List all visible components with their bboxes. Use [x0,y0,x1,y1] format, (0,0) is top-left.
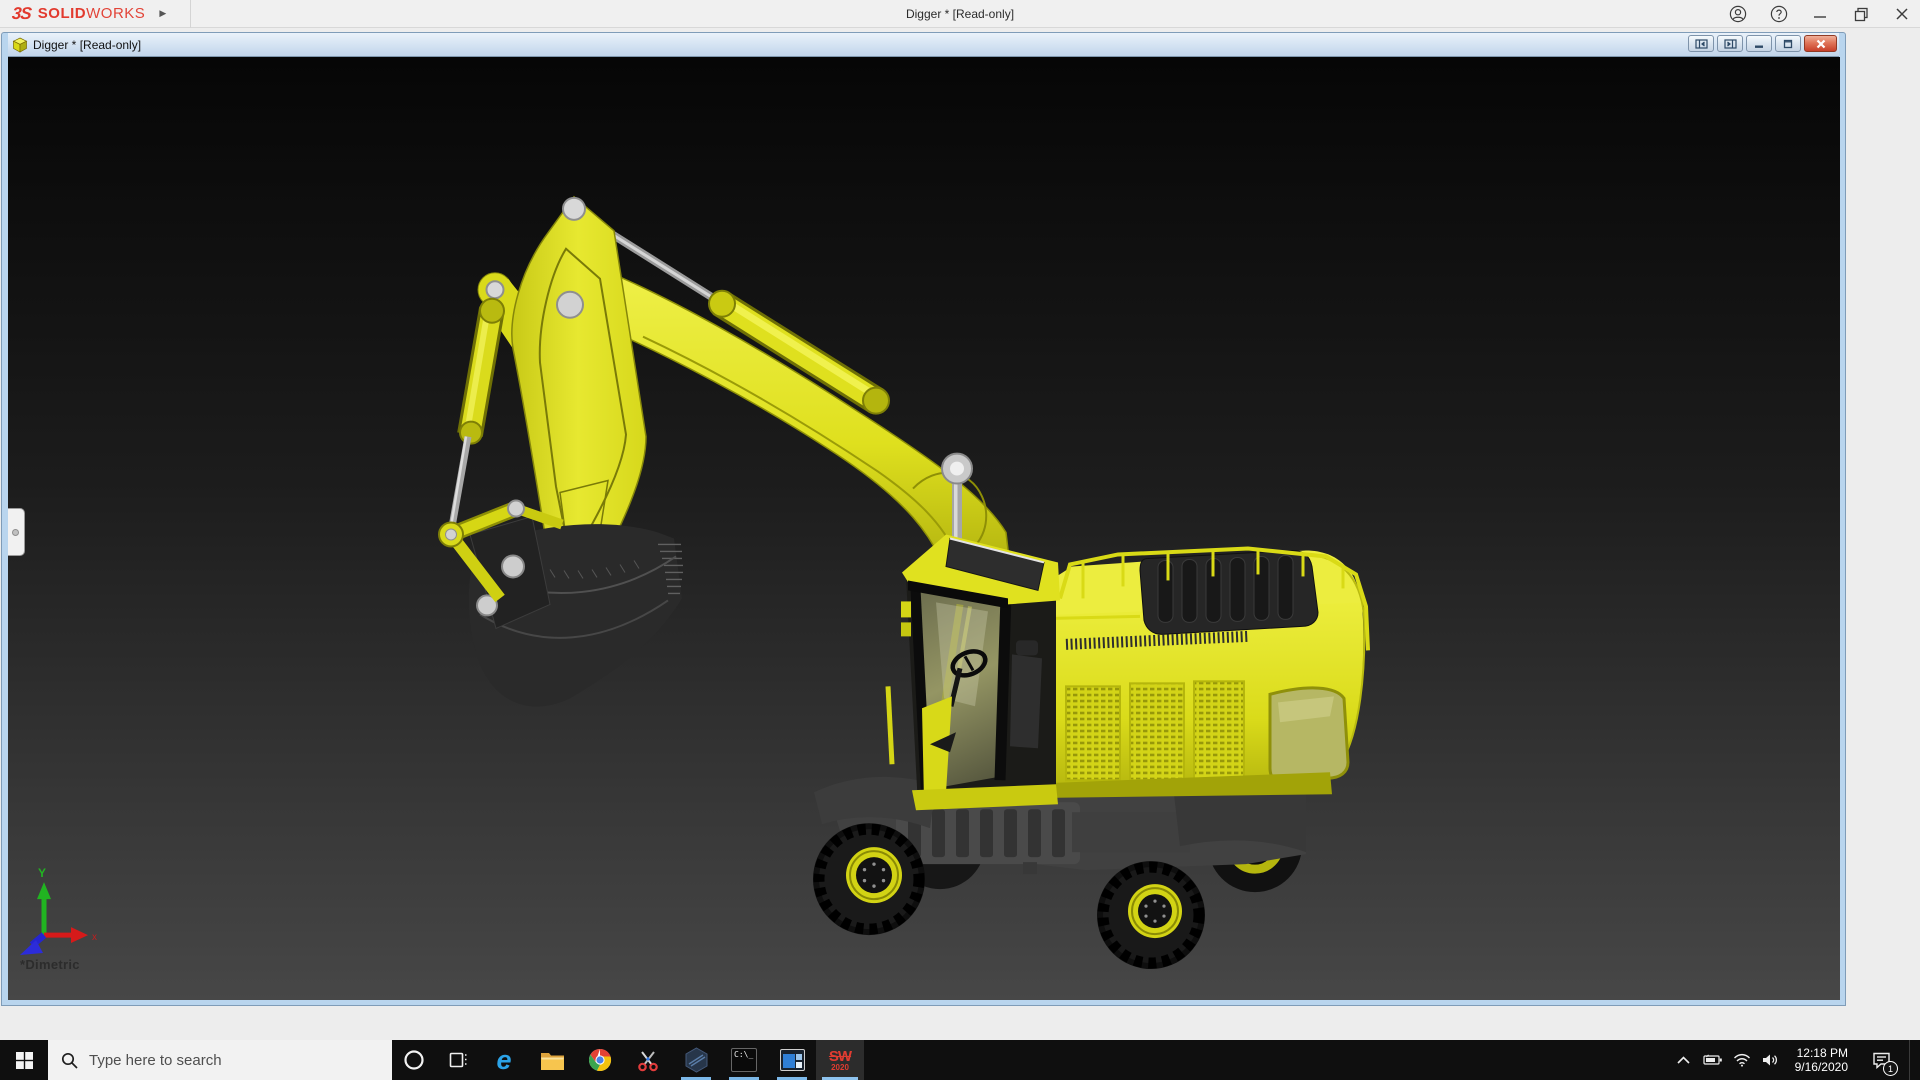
part-cube-icon [12,37,28,53]
minimize-button[interactable] [1808,2,1832,26]
clock-date: 9/16/2020 [1794,1060,1848,1074]
dassault-3s-mark: 3S [11,3,32,23]
taskbar-composer-app[interactable] [672,1040,720,1080]
taskbar-snipping-tool[interactable] [624,1040,672,1080]
close-button[interactable] [1890,2,1914,26]
windows-taskbar: e C:\_ [0,1040,1920,1080]
file-explorer-icon [540,1052,564,1070]
tray-chevron-icon[interactable] [1674,1040,1694,1080]
bucket-pin[interactable] [501,554,525,579]
cylinder-mount-pin[interactable] [485,280,505,300]
pane-left-button[interactable] [1688,35,1714,52]
search-input[interactable] [89,1051,359,1069]
search-icon [61,1052,78,1069]
blue-window-app-icon [779,1049,805,1071]
digger-3d-model[interactable]: Y x [8,57,1840,1000]
restore-button[interactable] [1849,2,1873,26]
battery-icon[interactable] [1703,1040,1723,1080]
front-wheel[interactable] [813,823,925,936]
app-titlebar[interactable]: 3S SOLIDWORKS ▶ Digger * [Read-only] [0,0,1920,28]
cortana-icon [404,1050,424,1070]
elbow-pin[interactable] [556,290,584,319]
taskbar-chrome[interactable] [576,1040,624,1080]
taskbar-solidworks[interactable]: SW 2020 [816,1040,864,1080]
stick-top-pin[interactable] [562,196,586,221]
account-icon[interactable] [1726,2,1750,26]
scissors-icon [638,1051,658,1072]
document-titlebar[interactable]: Digger * [Read-only] [8,33,1839,57]
app-title: Digger * [Read-only] [905,7,1015,21]
graphics-viewport[interactable]: Y x *Dimetric [8,57,1840,1000]
solidworks-logo: 3S SOLIDWORKS ▶ [0,0,176,27]
taskbar-media-app[interactable] [768,1040,816,1080]
help-icon[interactable] [1767,2,1791,26]
chrome-icon [588,1048,612,1072]
titlebar-separator [190,0,192,28]
cortana-button[interactable] [392,1040,436,1080]
hexagon-app-icon [685,1047,707,1073]
notification-badge: 1 [1883,1061,1898,1076]
task-view-button[interactable] [436,1040,480,1080]
edge-icon: e [496,1044,512,1075]
show-desktop-button[interactable] [1909,1040,1914,1080]
cab[interactable] [885,534,1060,811]
bucket[interactable] [468,515,683,707]
rear-wheel[interactable] [1097,861,1205,970]
triad-y-label: Y [38,866,46,880]
action-center-button[interactable]: 1 [1862,1040,1900,1080]
document-title: Digger * [Read-only] [33,37,142,52]
pane-right-button[interactable] [1717,35,1743,52]
solidworks-2020-icon: SW 2020 [828,1047,852,1072]
volume-icon[interactable] [1761,1040,1781,1080]
start-button[interactable] [0,1040,48,1080]
view-orientation-label: *Dimetric [20,957,80,972]
brand-solid: SOLID [37,5,87,22]
command-prompt-icon: C:\_ [731,1048,757,1072]
clock-time: 12:18 PM [1796,1046,1848,1060]
triad-x-label: x [92,932,97,943]
doc-restore-button[interactable] [1775,35,1801,52]
taskbar-clock[interactable]: 12:18 PM 9/16/2020 [1790,1046,1853,1074]
document-window: Digger * [Read-only] Y x *Dimetric [1,32,1846,1006]
menu-expand-arrow-icon[interactable]: ▶ [159,8,166,19]
wifi-icon[interactable] [1732,1040,1752,1080]
taskbar-file-explorer[interactable] [528,1040,576,1080]
task-view-icon [449,1052,467,1068]
bucket-cylinder[interactable] [447,297,505,534]
taskbar-edge[interactable]: e [480,1040,528,1080]
brand-works: WORKS [86,5,146,22]
taskbar-search[interactable] [48,1040,392,1080]
orientation-triad[interactable]: Y x [20,866,97,956]
feature-tree-splitter-tab[interactable] [8,508,25,556]
doc-minimize-button[interactable] [1746,35,1772,52]
taskbar-command-prompt[interactable]: C:\_ [720,1040,768,1080]
doc-close-button[interactable] [1804,35,1837,52]
